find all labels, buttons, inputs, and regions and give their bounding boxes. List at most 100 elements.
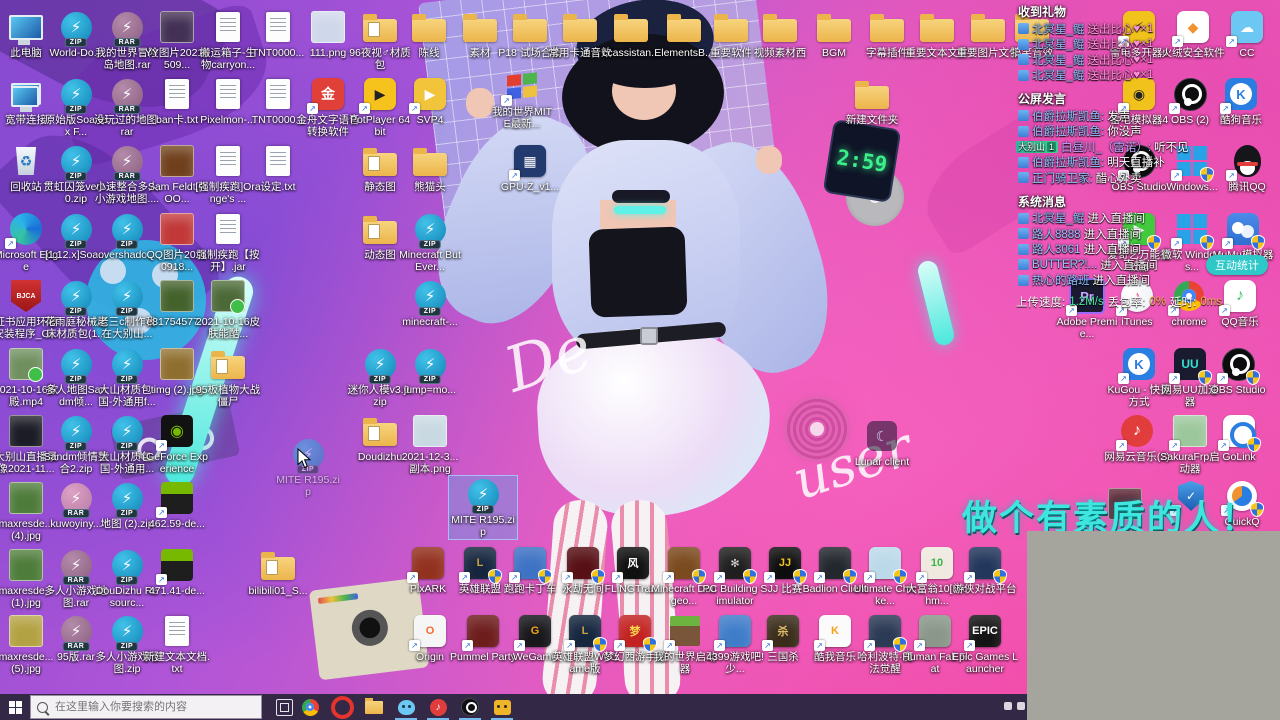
- tray-icon[interactable]: [1017, 702, 1025, 710]
- desktop-icon-label: GoLink: [1222, 451, 1256, 463]
- taskbar-app-icons: ♪: [293, 694, 517, 720]
- taskbar-app-file-explorer[interactable]: [359, 694, 389, 720]
- desktop-icon[interactable]: ↗ 471.41-de...: [143, 547, 211, 597]
- taskbar-app-netease-cloud-music[interactable]: ♪: [423, 694, 453, 720]
- shortcut-arrow-icon: ↗: [1118, 238, 1129, 249]
- desktop-icon[interactable]: ♪ ↗ QQ音乐: [1206, 278, 1274, 328]
- folder-icon: [363, 418, 397, 446]
- folder-icon: [563, 14, 597, 42]
- desktop-icon[interactable]: 95板植物大战僵尸: [194, 346, 262, 409]
- shortcut-arrow-icon: ↗: [1118, 103, 1129, 114]
- desktop-icon-label: 回收站: [10, 181, 42, 193]
- desktop-icon[interactable]: 新建文本文档.txt: [143, 613, 211, 676]
- desktop-icon[interactable]: EPIC ↗ Epic Games Launcher: [951, 613, 1019, 676]
- taskbar-app-yellow-robot-app[interactable]: [487, 694, 517, 720]
- image-thumbnail-icon: [160, 213, 194, 245]
- desktop-icon[interactable]: ↗ 游侠对战平台: [951, 545, 1019, 595]
- desktop-icon-label: BGM: [822, 47, 846, 59]
- taskbar-app-obs[interactable]: [455, 694, 485, 720]
- folder-icon: [614, 14, 648, 42]
- computer-icon: [9, 14, 43, 45]
- start-button[interactable]: [0, 694, 30, 720]
- desktop-icon-label: 462.59-de...: [148, 518, 206, 530]
- desktop-icon[interactable]: ⚡ ZIP Minecraft But Ever...: [396, 211, 464, 274]
- desktop-icon[interactable]: ↗ 腾讯QQ: [1213, 143, 1280, 193]
- desktop-icon-label: 2021-12-3...副本.png: [401, 451, 459, 476]
- shortcut-arrow-icon: ↗: [1217, 373, 1228, 384]
- desktop-icon-label: 陈线: [418, 47, 440, 59]
- image-thumbnail-icon: [160, 145, 194, 177]
- desktop-icon[interactable]: ◉ ↗ GeForce Experience: [143, 413, 211, 476]
- desktop-icon-label: jump=mo...: [403, 384, 457, 396]
- task-view-button[interactable]: [276, 698, 293, 716]
- shortcut-arrow-icon: ↗: [359, 103, 370, 114]
- shortcut-arrow-icon: ↗: [664, 640, 675, 651]
- uac-shield-icon: [1200, 167, 1214, 182]
- desktop-icon[interactable]: ⚡ ZIP jump=mo...: [396, 346, 464, 396]
- chrome-icon: [301, 698, 319, 716]
- desktop-icon[interactable]: ⚡ ZIP minecraft-...: [396, 278, 464, 328]
- desktop-icon-label: 搞笑音效: [1011, 47, 1053, 59]
- desktop-icon-label: JJ 比赛: [767, 583, 803, 595]
- image-thumbnail-icon: [160, 280, 194, 312]
- shortcut-arrow-icon: ↗: [864, 572, 875, 583]
- shortcut-arrow-icon: ↗: [156, 507, 167, 518]
- folder-icon: [363, 148, 397, 176]
- desktop-icon[interactable]: bilibili01_S...: [244, 547, 312, 597]
- desktop-icon[interactable]: 搞笑音效: [998, 9, 1066, 59]
- recycle-bin-icon: ♻: [15, 147, 37, 175]
- desktop-icon-label: PixARK: [409, 583, 447, 595]
- desktop-icon[interactable]: 熊猫头: [396, 143, 464, 193]
- desktop-icon[interactable]: ▶ ↗ SVP4: [396, 76, 464, 126]
- image-thumbnail-icon: [9, 615, 43, 647]
- desktop-icon[interactable]: K ↗ 酷狗音乐: [1207, 76, 1275, 126]
- desktop-icon-label: 视频素材西: [753, 47, 807, 59]
- folder-icon: [211, 351, 245, 379]
- desktop-icon[interactable]: 2021-10-16皮肤能酷...: [194, 278, 262, 341]
- desktop-icon[interactable]: 2021-12-3...副本.png: [396, 413, 464, 476]
- shortcut-arrow-icon: ↗: [1169, 373, 1180, 384]
- desktop-icon[interactable]: ↗ 462.59-de...: [143, 480, 211, 530]
- shortcut-arrow-icon: ↗: [459, 572, 470, 583]
- taskbar-app-chrome[interactable]: [295, 694, 325, 720]
- desktop-icon-label: 熊猫头: [414, 181, 446, 193]
- shortcut-arrow-icon: ↗: [509, 572, 520, 583]
- tray-icon[interactable]: [1004, 702, 1012, 710]
- search-input[interactable]: [53, 700, 237, 714]
- desktop-icon[interactable]: ☾ Lunar client: [848, 418, 916, 468]
- shortcut-arrow-icon: ↗: [964, 640, 975, 651]
- image-thumbnail-icon: [9, 482, 43, 514]
- desktop-icon-label: MITE R195.zip: [276, 474, 340, 499]
- desktop-icon[interactable]: ↗ 我的世界MITE最新...: [488, 68, 556, 131]
- desktop-icon[interactable]: ☁ ↗ CC: [1213, 9, 1280, 59]
- desktop-icon[interactable]: 设定.txt: [244, 143, 312, 193]
- search-icon: [37, 701, 48, 713]
- shortcut-arrow-icon: ↗: [5, 238, 16, 249]
- taskbar-app-cc-live[interactable]: [391, 694, 421, 720]
- image-thumbnail-icon: [311, 11, 345, 43]
- uac-shield-icon: [1247, 437, 1261, 452]
- desktop-icon[interactable]: ⚡ ZIP MITE R195.zip: [448, 475, 518, 540]
- desktop-icon-label: Origin: [415, 651, 444, 663]
- folder-icon: [513, 14, 547, 42]
- desktop-icon-label: Lunar client: [854, 456, 910, 468]
- shortcut-arrow-icon: ↗: [964, 572, 975, 583]
- desktop-icon-label: 宽带连接: [5, 114, 47, 126]
- cc-live-icon: [397, 699, 415, 715]
- taskbar-search[interactable]: [30, 695, 262, 719]
- shortcut-arrow-icon: ↗: [509, 170, 520, 181]
- image-thumbnail-icon: [9, 415, 43, 447]
- desktop-icon[interactable]: 新建文件夹: [838, 76, 906, 126]
- desktop-icon[interactable]: ↗MuMu模拟器: [1209, 211, 1277, 261]
- desktop-icon[interactable]: ▦ ↗ GPU-Z_v1...: [496, 143, 564, 193]
- desktop-icon[interactable]: 强制疾跑【按开】.jar: [194, 211, 262, 274]
- folder-icon: [413, 148, 447, 176]
- uac-shield-icon: [993, 569, 1007, 584]
- desktop-icon-label: 95板植物大战僵尸: [195, 384, 261, 409]
- desktop-icon[interactable]: ↗ OBS Studio: [1204, 346, 1272, 396]
- folder-icon: [855, 81, 889, 109]
- desktop-icon[interactable]: ↗ GoLink: [1205, 413, 1273, 463]
- taskbar-app-opera[interactable]: [327, 694, 357, 720]
- desktop-icon-label: ban卡.txt: [155, 114, 199, 126]
- interaction-stats-badge[interactable]: 互动统计: [1206, 255, 1268, 275]
